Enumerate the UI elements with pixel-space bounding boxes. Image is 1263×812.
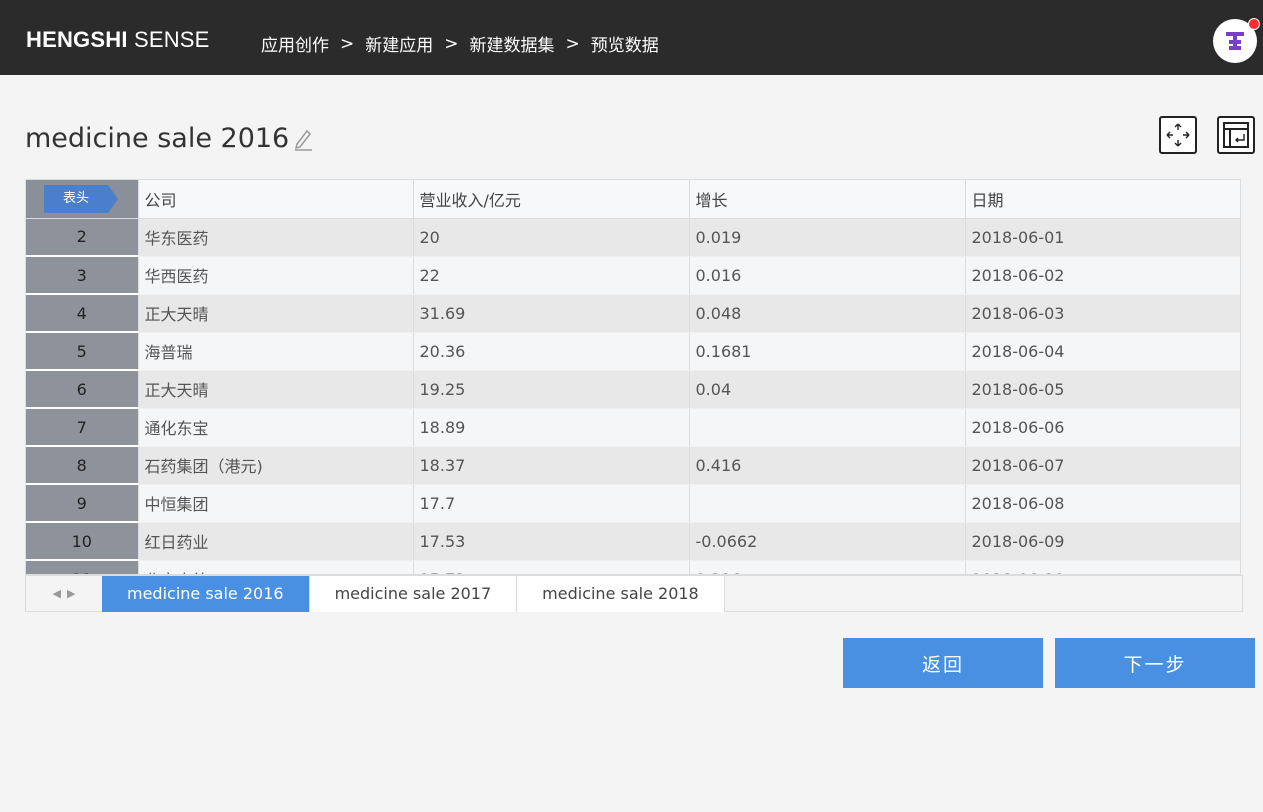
sheet-next-icon[interactable]: ▶ bbox=[67, 587, 75, 600]
table-cell[interactable]: 2018-06-06 bbox=[965, 408, 1240, 447]
table-cell[interactable]: 2018-06-02 bbox=[965, 256, 1240, 295]
breadcrumb-item-new-app[interactable]: 新建应用 bbox=[365, 31, 433, 56]
sheet-prev-icon[interactable]: ◀ bbox=[53, 587, 61, 600]
data-preview-grid[interactable]: 表头 公司 营业收入/亿元 增长 日期 2 华东医药 20 0.019 2018-06-… bbox=[25, 179, 1241, 575]
column-header-date[interactable]: 日期 bbox=[965, 180, 1240, 219]
table-cell[interactable]: 红日药业 bbox=[138, 522, 414, 561]
notification-dot bbox=[1248, 18, 1260, 30]
table-cell[interactable]: 2018-06-08 bbox=[965, 484, 1240, 523]
column-header-growth[interactable]: 增长 bbox=[689, 180, 966, 219]
row-number: 8 bbox=[26, 446, 139, 485]
table-cell[interactable]: 22 bbox=[413, 256, 690, 295]
brand-light: SENSE bbox=[127, 27, 210, 52]
row-number: 2 bbox=[26, 218, 139, 257]
table-cell[interactable]: 正大天晴 bbox=[138, 294, 414, 333]
table-cell[interactable]: 2018-06-03 bbox=[965, 294, 1240, 333]
edit-icon[interactable] bbox=[292, 127, 314, 151]
layout-swap-icon bbox=[1223, 122, 1249, 148]
table-row: 11北京泰德15.730.3162018-06-10 bbox=[26, 560, 1240, 574]
table-cell[interactable]: 20 bbox=[413, 218, 690, 257]
table-cell[interactable] bbox=[689, 408, 966, 447]
row-number: 5 bbox=[26, 332, 139, 371]
row-number: 10 bbox=[26, 522, 139, 561]
fullscreen-button[interactable] bbox=[1159, 116, 1197, 154]
table-row: 6 正大天晴 19.25 0.04 2018-06-05 bbox=[26, 370, 1240, 409]
table-cell[interactable]: 中恒集团 bbox=[138, 484, 414, 523]
table-cell[interactable]: 17.7 bbox=[413, 484, 690, 523]
table-cell[interactable]: 华西医药 bbox=[138, 256, 414, 295]
table-cell[interactable]: 0.019 bbox=[689, 218, 966, 257]
table-row: 2 华东医药 20 0.019 2018-06-01 bbox=[26, 218, 1240, 257]
table-cell[interactable]: 15.73 bbox=[413, 560, 690, 574]
table-cell[interactable]: 2018-06-10 bbox=[965, 560, 1240, 574]
column-header-revenue[interactable]: 营业收入/亿元 bbox=[413, 180, 690, 219]
table-cell[interactable]: 31.69 bbox=[413, 294, 690, 333]
sheet-tab-2017[interactable]: medicine sale 2017 bbox=[309, 576, 518, 612]
row-number: 7 bbox=[26, 408, 139, 447]
table-cell[interactable]: 通化东宝 bbox=[138, 408, 414, 447]
row-number: 11 bbox=[26, 560, 139, 574]
column-header-company[interactable]: 公司 bbox=[138, 180, 414, 219]
table-cell[interactable]: 正大天晴 bbox=[138, 370, 414, 409]
top-bar: HENGSHI SENSE 应用创作 > 新建应用 > 新建数据集 > 预览数据 bbox=[0, 0, 1263, 75]
sheet-nav: ◀ ▶ bbox=[26, 576, 102, 611]
table-cell[interactable]: 17.53 bbox=[413, 522, 690, 561]
breadcrumb-item-app-creation[interactable]: 应用创作 bbox=[261, 31, 329, 56]
breadcrumb-separator: > bbox=[565, 33, 580, 54]
breadcrumb-item-new-dataset[interactable]: 新建数据集 bbox=[470, 31, 555, 56]
sheet-tab-2016[interactable]: medicine sale 2016 bbox=[102, 576, 310, 612]
table-cell[interactable]: 2018-06-01 bbox=[965, 218, 1240, 257]
table-cell[interactable]: 0.416 bbox=[689, 446, 966, 485]
header-corner: 表头 bbox=[26, 180, 139, 219]
table-row: 3 华西医药 22 0.016 2018-06-02 bbox=[26, 256, 1240, 295]
table-cell[interactable]: 2018-06-09 bbox=[965, 522, 1240, 561]
table-cell[interactable]: 18.89 bbox=[413, 408, 690, 447]
back-button[interactable]: 返回 bbox=[843, 638, 1043, 688]
layout-switch-button[interactable] bbox=[1217, 116, 1255, 154]
table-cell[interactable]: 2018-06-05 bbox=[965, 370, 1240, 409]
data-table: 表头 公司 营业收入/亿元 增长 日期 2 华东医药 20 0.019 2018-06-… bbox=[26, 180, 1240, 574]
sheet-tab-bar: ◀ ▶ medicine sale 2016 medicine sale 201… bbox=[25, 575, 1243, 612]
page-title: medicine sale 2016 bbox=[25, 123, 290, 154]
table-cell[interactable]: 海普瑞 bbox=[138, 332, 414, 371]
table-row: 7 通化东宝 18.89 2018-06-06 bbox=[26, 408, 1240, 447]
table-cell[interactable]: 0.04 bbox=[689, 370, 966, 409]
table-cell[interactable]: 华东医药 bbox=[138, 218, 414, 257]
table-cell[interactable]: 0.048 bbox=[689, 294, 966, 333]
breadcrumb-item-preview-data: 预览数据 bbox=[590, 36, 659, 56]
table-cell[interactable]: 北京泰德 bbox=[138, 560, 414, 574]
breadcrumb-separator: > bbox=[340, 33, 355, 54]
app-logo[interactable]: HENGSHI SENSE bbox=[26, 27, 210, 53]
table-cell[interactable] bbox=[689, 484, 966, 523]
table-cell[interactable]: 18.37 bbox=[413, 446, 690, 485]
table-cell[interactable]: -0.0662 bbox=[689, 522, 966, 561]
table-row: 8 石药集团（港元) 18.37 0.416 2018-06-07 bbox=[26, 446, 1240, 485]
table-row: 5 海普瑞 20.36 0.1681 2018-06-04 bbox=[26, 332, 1240, 371]
row-number: 9 bbox=[26, 484, 139, 523]
breadcrumb: 应用创作 > 新建应用 > 新建数据集 > 预览数据 bbox=[261, 31, 659, 57]
table-cell[interactable]: 0.016 bbox=[689, 256, 966, 295]
table-cell[interactable]: 0.1681 bbox=[689, 332, 966, 371]
brand-bold: HENGSHI bbox=[26, 27, 128, 52]
expand-arrows-icon bbox=[1166, 123, 1190, 147]
table-cell[interactable]: 0.316 bbox=[689, 560, 966, 574]
row-number: 6 bbox=[26, 370, 139, 409]
breadcrumb-separator: > bbox=[444, 33, 459, 54]
row-number: 4 bbox=[26, 294, 139, 333]
next-step-button[interactable]: 下一步 bbox=[1055, 638, 1255, 688]
sheet-tab-2018[interactable]: medicine sale 2018 bbox=[517, 576, 725, 612]
header-row-tag[interactable]: 表头 bbox=[44, 185, 118, 213]
table-row: 10 红日药业 17.53 -0.0662 2018-06-09 bbox=[26, 522, 1240, 561]
table-header-row: 表头 公司 营业收入/亿元 增长 日期 bbox=[26, 180, 1240, 219]
table-row: 4 正大天晴 31.69 0.048 2018-06-03 bbox=[26, 294, 1240, 333]
row-number: 3 bbox=[26, 256, 139, 295]
table-cell[interactable]: 石药集团（港元) bbox=[138, 446, 414, 485]
table-cell[interactable]: 19.25 bbox=[413, 370, 690, 409]
table-row: 9 中恒集团 17.7 2018-06-08 bbox=[26, 484, 1240, 523]
table-cell[interactable]: 2018-06-04 bbox=[965, 332, 1240, 371]
table-cell[interactable]: 2018-06-07 bbox=[965, 446, 1240, 485]
table-cell[interactable]: 20.36 bbox=[413, 332, 690, 371]
